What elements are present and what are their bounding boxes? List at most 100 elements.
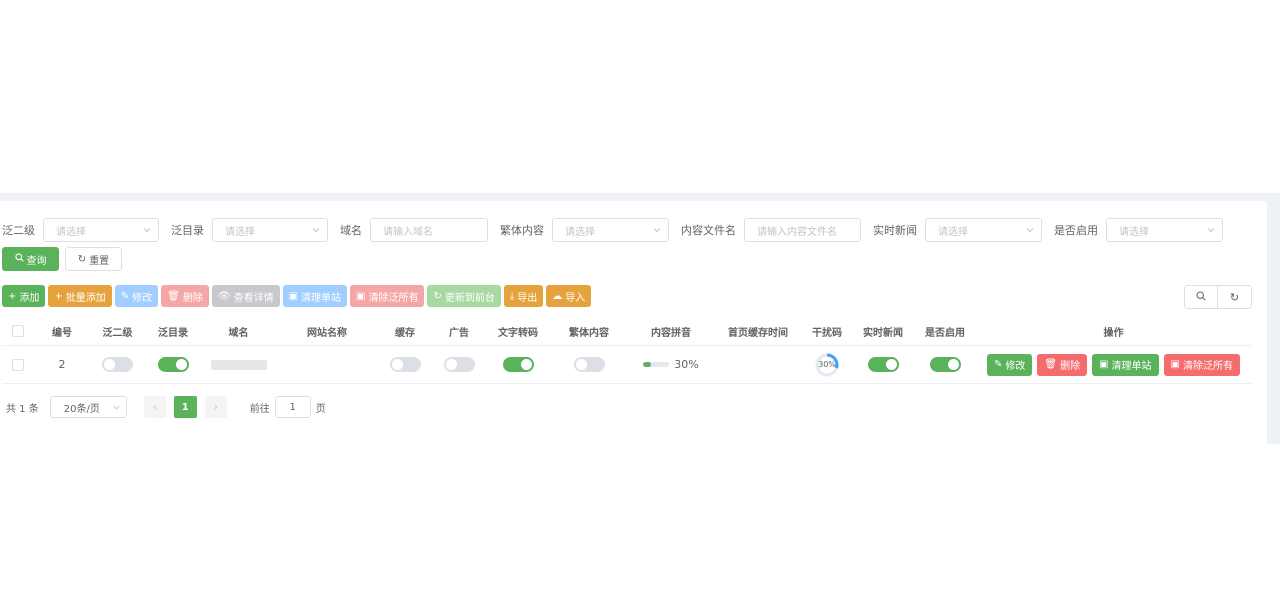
add-icon: + <box>8 290 17 302</box>
delete-icon: 🗑 <box>167 290 180 302</box>
filter-select-6[interactable]: 请选择 <box>1106 218 1223 242</box>
update-frontend-button-label: 更新到前台 <box>444 292 495 304</box>
filter-label-1: 泛目录 <box>171 224 204 237</box>
add-button[interactable]: + 添加 <box>2 285 46 307</box>
delete-button-label: 删除 <box>182 292 203 304</box>
row-edit-button[interactable]: ✎ 修改 <box>987 353 1033 376</box>
prev-page-button[interactable]: ‹ <box>143 396 166 418</box>
row-clear-single-button[interactable]: ▣ 清理单站 <box>1092 353 1159 376</box>
filter-select-5[interactable]: 请选择 <box>925 218 1042 242</box>
action-toolbar: + 添加 + 批量添加 ✎ 修改 🗑 删除 👁 查看详情 ▣ 清理单站 ▣ 清除泛所有 ↻ 更新到前台 ⤓ 导出 ☁… <box>2 285 592 307</box>
filter-placeholder-6: 请选择 <box>1119 226 1149 238</box>
batch-add-button-label: 批量添加 <box>65 292 106 304</box>
reset-button[interactable]: ↻ 重置 <box>65 247 122 271</box>
chevron-down-icon <box>1206 225 1216 235</box>
refresh-icon: ↻ <box>77 253 87 265</box>
edit-button[interactable]: ✎ 修改 <box>114 285 159 307</box>
row-clear-all-button-label: 清除泛所有 <box>1183 361 1233 372</box>
search-icon <box>14 253 24 265</box>
row-clear-single-icon: ▣ <box>1099 359 1109 370</box>
select-all-checkbox[interactable] <box>12 325 24 337</box>
table-header-row: 编号 泛二级 泛目录 域名 网站名称 缓存 广告 文字转码 繁体内容 内容拼音 首页缓存时间 干扰码实… <box>2 317 1251 346</box>
cache-switch-knob <box>391 359 403 370</box>
page-size-select[interactable]: 20条/页 <box>49 396 127 418</box>
row-delete-icon: 🗑 <box>1044 359 1058 370</box>
enabled-switch[interactable] <box>929 357 961 372</box>
table-row[interactable]: 2 30% 30% ✎ 修改 🗑 删除 ▣ 清理单站 ▣ 清除泛所有 <box>2 345 1251 384</box>
text-transcode-switch-knob <box>520 359 532 370</box>
fan-level2-switch-knob <box>104 359 115 370</box>
refresh-table-button[interactable]: ↻ <box>1218 285 1252 309</box>
pinyin-progress-track <box>643 362 670 367</box>
goto-page-input[interactable]: 1 <box>274 396 311 418</box>
fan-dir-switch[interactable] <box>157 357 189 372</box>
traditional-switch-knob <box>575 359 587 370</box>
clear-all-button-label: 清除泛所有 <box>368 292 419 304</box>
column-header: 内容拼音 <box>628 317 714 346</box>
cell-actions: ✎ 修改 🗑 删除 ▣ 清理单站 ▣ 清除泛所有 <box>976 345 1251 384</box>
row-edit-button-label: 修改 <box>1005 361 1026 372</box>
row-delete-button-label: 删除 <box>1060 361 1081 372</box>
cell-fan-level2 <box>90 345 145 384</box>
column-header: 网站名称 <box>276 317 378 346</box>
filter-input-4[interactable]: 请输入内容文件名 <box>744 218 861 242</box>
fan-level2-switch[interactable] <box>102 357 133 372</box>
row-delete-button[interactable]: 🗑 删除 <box>1037 353 1088 376</box>
filter-placeholder-4: 请输入内容文件名 <box>757 226 837 238</box>
traditional-switch[interactable] <box>573 357 605 372</box>
filter-placeholder-2: 请输入域名 <box>383 226 433 238</box>
edit-icon: ✎ <box>120 290 130 302</box>
reset-button-label: 重置 <box>89 255 110 267</box>
total-count: 共 1 条 <box>6 403 39 415</box>
cell-text-transcode <box>486 345 550 384</box>
column-header: 干扰码 <box>802 317 852 346</box>
filter-select-3[interactable]: 请选择 <box>552 218 669 242</box>
import-button[interactable]: ☁ 导入 <box>546 285 592 307</box>
export-button[interactable]: ⤓ 导出 <box>503 285 544 307</box>
column-header: 域名 <box>201 317 276 346</box>
row-clear-all-button[interactable]: ▣ 清除泛所有 <box>1163 353 1240 376</box>
row-select-cell <box>2 345 34 384</box>
next-page-button[interactable]: › <box>204 396 227 418</box>
column-header: 编号 <box>34 317 90 346</box>
noise-progress-text: 30% <box>818 359 836 369</box>
goto-prefix: 前往 <box>249 403 270 415</box>
select-all-cell <box>2 317 34 346</box>
page-top-strip <box>0 193 1280 201</box>
filter-select-0[interactable]: 请选择 <box>43 218 159 242</box>
ads-switch[interactable] <box>443 357 475 372</box>
delete-button[interactable]: 🗑 删除 <box>161 285 209 307</box>
chevron-down-icon <box>311 225 321 235</box>
cell-realtime-news <box>852 345 914 384</box>
realtime-news-switch[interactable] <box>867 357 899 372</box>
clear-single-button[interactable]: ▣ 清理单站 <box>282 285 348 307</box>
row-checkbox[interactable] <box>12 359 24 371</box>
view-detail-button-label: 查看详情 <box>233 292 274 304</box>
filter-placeholder-1: 请选择 <box>225 226 255 238</box>
cache-switch[interactable] <box>389 357 421 372</box>
cell-domain <box>201 345 276 384</box>
view-detail-icon: 👁 <box>217 290 231 302</box>
clear-all-button[interactable]: ▣ 清除泛所有 <box>350 285 425 307</box>
query-button[interactable]: 查询 <box>2 247 59 271</box>
view-detail-button[interactable]: 👁 查看详情 <box>211 285 280 307</box>
pagination: 共 1 条 20条/页 ‹ 1 › 前往 1 页 <box>6 396 326 418</box>
page-number-current[interactable]: 1 <box>173 396 197 418</box>
column-header: 泛目录 <box>145 317 201 346</box>
batch-add-icon: + <box>54 290 63 302</box>
domain-redacted <box>210 360 267 370</box>
toggle-search-button[interactable] <box>1184 285 1218 309</box>
column-header: 缓存 <box>378 317 432 346</box>
text-transcode-switch[interactable] <box>502 357 534 372</box>
filter-input-2[interactable]: 请输入域名 <box>370 218 488 242</box>
export-button-label: 导出 <box>517 292 538 304</box>
enabled-switch-knob <box>947 359 959 370</box>
cell-enabled <box>914 345 976 384</box>
row-edit-icon: ✎ <box>994 359 1003 370</box>
update-frontend-button[interactable]: ↻ 更新到前台 <box>427 285 501 307</box>
chevron-right-icon: › <box>213 401 218 413</box>
batch-add-button[interactable]: + 批量添加 <box>48 285 112 307</box>
filter-label-4: 内容文件名 <box>681 224 736 237</box>
filter-select-1[interactable]: 请选择 <box>212 218 328 242</box>
column-header: 文字转码 <box>486 317 550 346</box>
